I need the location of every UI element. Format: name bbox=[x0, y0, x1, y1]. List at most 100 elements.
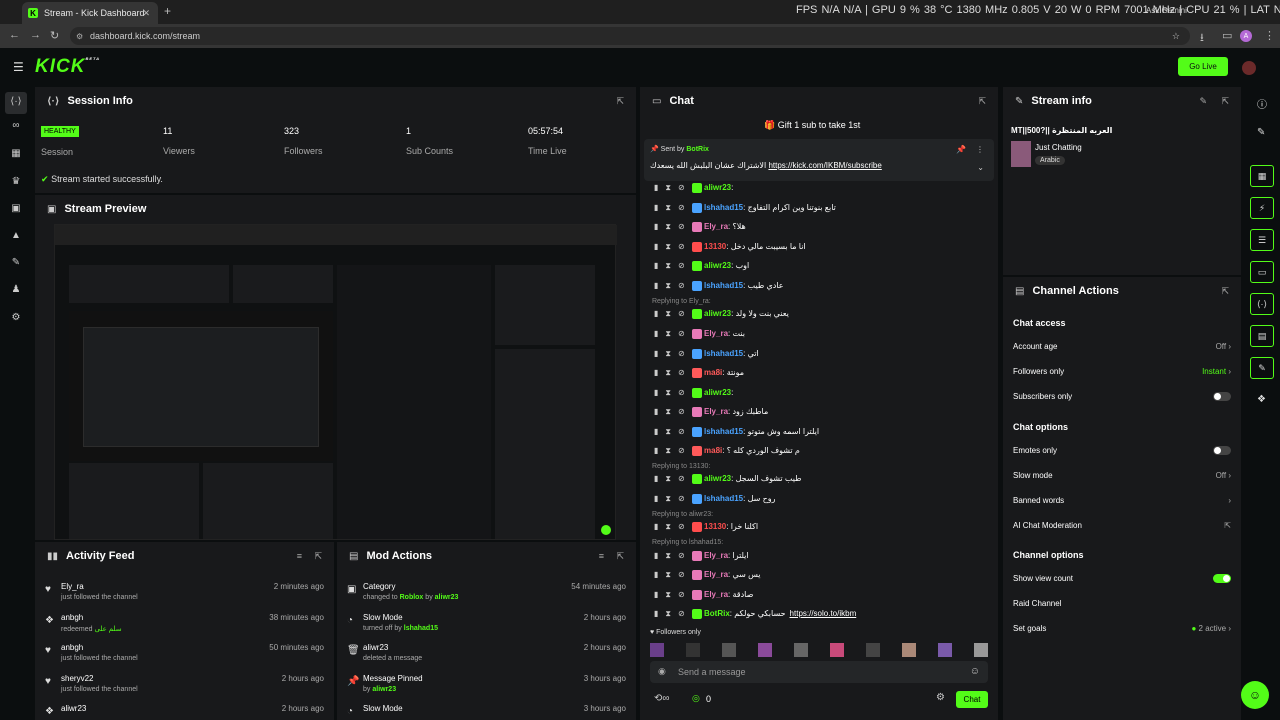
bookmark-star-icon[interactable]: ☆ bbox=[1172, 31, 1180, 42]
mod-user[interactable]: lshahad15 bbox=[404, 625, 438, 632]
chat-username[interactable]: ma8i bbox=[704, 368, 722, 377]
chat-username[interactable]: lshahad15 bbox=[704, 203, 743, 212]
popout-icon[interactable]: ⇱ bbox=[314, 551, 322, 562]
wrench-nav-icon[interactable]: ✎ bbox=[10, 257, 22, 269]
filter-icon[interactable]: ≡ bbox=[599, 551, 604, 561]
community-nav-icon[interactable]: ♟ bbox=[10, 284, 22, 296]
unpin-icon[interactable]: 📌 bbox=[956, 145, 966, 154]
widget-toggle-activity[interactable]: ⚡ bbox=[1250, 197, 1274, 219]
emote[interactable] bbox=[974, 643, 988, 657]
mod-controls-icon[interactable]: ▮⧗⊘ bbox=[654, 494, 692, 504]
mod-controls-icon[interactable]: ▮⧗⊘ bbox=[654, 309, 692, 319]
mod-controls-icon[interactable]: ▮⧗⊘ bbox=[654, 427, 692, 437]
pencil-icon[interactable]: ✎ bbox=[1257, 127, 1265, 138]
go-live-button[interactable]: Go Live bbox=[1178, 57, 1228, 76]
pinned-menu-icon[interactable]: ⋮ bbox=[976, 145, 984, 154]
emote[interactable] bbox=[650, 643, 664, 657]
followers-only-option[interactable]: Followers only Instant › bbox=[1013, 367, 1231, 376]
raid-channel-option[interactable]: Raid Channel bbox=[1013, 599, 1231, 608]
mod-action-name[interactable]: aliwr23 bbox=[363, 643, 388, 652]
chat-username[interactable]: Ely_ra bbox=[704, 329, 728, 338]
chat-input[interactable]: ◉ Send a message ☺ bbox=[650, 661, 988, 683]
mod-controls-icon[interactable]: ▮⧗⊘ bbox=[654, 222, 692, 232]
pinned-link[interactable]: https://kick.com/IKBM/subscribe bbox=[768, 161, 881, 170]
widget-toggle-mod[interactable]: ☰ bbox=[1250, 229, 1274, 251]
emote[interactable] bbox=[722, 643, 736, 657]
emote[interactable] bbox=[794, 643, 808, 657]
mod-controls-icon[interactable]: ▮⧗⊘ bbox=[654, 329, 692, 339]
chat-username[interactable]: aliwr23 bbox=[704, 388, 731, 397]
slow-mode-option[interactable]: Slow mode Off › bbox=[1013, 471, 1231, 480]
chat-username[interactable]: Ely_ra bbox=[704, 570, 728, 579]
send-chat-button[interactable]: Chat bbox=[956, 691, 988, 708]
community-icon[interactable]: ❖ bbox=[1257, 394, 1266, 405]
chat-username[interactable]: aliwr23 bbox=[704, 309, 731, 318]
chat-username[interactable]: BotRix bbox=[704, 609, 730, 618]
mod-controls-icon[interactable]: ▮⧗⊘ bbox=[654, 281, 692, 291]
popout-icon[interactable]: ⇱ bbox=[1221, 286, 1229, 297]
emote[interactable] bbox=[902, 643, 916, 657]
settings-nav-icon[interactable]: ⚙ bbox=[10, 312, 22, 324]
ai-moderation-option[interactable]: AI Chat Moderation ⇱ bbox=[1013, 521, 1231, 530]
close-tab-icon[interactable]: ✕ bbox=[142, 8, 150, 19]
chat-username[interactable]: lshahad15 bbox=[704, 494, 743, 503]
emote[interactable] bbox=[866, 643, 880, 657]
popout-icon[interactable]: ⇱ bbox=[616, 96, 624, 107]
expand-chevron-icon[interactable]: ⌄ bbox=[977, 163, 984, 172]
chat-username[interactable]: 13130 bbox=[704, 242, 726, 251]
mod-controls-icon[interactable]: ▮⧗⊘ bbox=[654, 609, 692, 619]
popout-icon[interactable]: ⇱ bbox=[1221, 96, 1229, 107]
activity-user[interactable]: aliwr23 bbox=[61, 704, 86, 713]
chat-username[interactable]: aliwr23 bbox=[704, 183, 731, 192]
show-view-count-toggle[interactable] bbox=[1213, 574, 1231, 584]
widget-toggle-session[interactable]: ▦ bbox=[1250, 165, 1274, 187]
help-chat-button[interactable]: ☺ bbox=[1241, 681, 1269, 709]
mod-user[interactable]: aliwr23 bbox=[372, 686, 396, 693]
download-icon[interactable]: ⭳ bbox=[1200, 29, 1204, 48]
chat-username[interactable]: lshahad15 bbox=[704, 281, 743, 290]
extensions-icon[interactable]: ▭ bbox=[1222, 29, 1232, 42]
browser-tab[interactable]: K Stream - Kick Dashboard ✕ bbox=[22, 2, 158, 24]
mod-controls-icon[interactable]: ▮⧗⊘ bbox=[654, 242, 692, 252]
chat-username[interactable]: aliwr23 bbox=[704, 261, 731, 270]
address-bar[interactable]: ⚙ dashboard.kick.com/stream ☆ bbox=[70, 27, 1190, 45]
profile-avatar[interactable]: A bbox=[1240, 30, 1252, 42]
mod-controls-icon[interactable]: ▮⧗⊘ bbox=[654, 474, 692, 484]
subscribers-only-toggle[interactable] bbox=[1213, 392, 1231, 402]
mod-controls-icon[interactable]: ▮⧗⊘ bbox=[654, 368, 692, 378]
stream-nav-icon[interactable]: ⟨·⟩ bbox=[5, 92, 27, 114]
chat-link[interactable]: https://solo.to/ikbm bbox=[790, 609, 857, 618]
widget-toggle-chat[interactable]: ▭ bbox=[1250, 261, 1274, 283]
back-icon[interactable]: ← bbox=[9, 29, 20, 41]
forward-icon[interactable]: → bbox=[30, 29, 41, 41]
analytics-nav-icon[interactable]: ▦ bbox=[10, 148, 22, 160]
chat-username[interactable]: Ely_ra bbox=[704, 407, 728, 416]
chat-username[interactable]: aliwr23 bbox=[704, 474, 731, 483]
mod-controls-icon[interactable]: ▮⧗⊘ bbox=[654, 183, 692, 193]
emote[interactable] bbox=[830, 643, 844, 657]
chat-username[interactable]: Ely_ra bbox=[704, 222, 728, 231]
info-icon[interactable]: ⓘ bbox=[1257, 96, 1267, 111]
chat-username[interactable]: 13130 bbox=[704, 522, 726, 531]
browser-menu-icon[interactable]: ⋮ bbox=[1264, 29, 1275, 42]
chat-username[interactable]: ma8i bbox=[704, 446, 722, 455]
banned-words-option[interactable]: Banned words › bbox=[1013, 496, 1231, 505]
mod-controls-icon[interactable]: ▮⧗⊘ bbox=[654, 522, 692, 532]
kick-logo[interactable]: KICKBETA bbox=[35, 56, 100, 78]
reload-icon[interactable]: ↻ bbox=[50, 29, 59, 42]
trophy-nav-icon[interactable]: ♛ bbox=[10, 176, 22, 188]
set-goals-option[interactable]: Set goals ● 2 active › bbox=[1013, 624, 1231, 633]
mod-user[interactable]: aliwr23 bbox=[435, 594, 459, 601]
activity-user[interactable]: anbgh bbox=[61, 643, 83, 652]
mod-controls-icon[interactable]: ▮⧗⊘ bbox=[654, 261, 692, 271]
mod-controls-icon[interactable]: ▮⧗⊘ bbox=[654, 590, 692, 600]
widget-toggle-channel[interactable]: ▤ bbox=[1250, 325, 1274, 347]
chat-username[interactable]: Ely_ra bbox=[704, 551, 728, 560]
emote[interactable] bbox=[686, 643, 700, 657]
popout-icon[interactable]: ⇱ bbox=[978, 96, 986, 107]
chat-settings-icon[interactable]: ⚙ bbox=[936, 692, 945, 703]
filter-icon[interactable]: ≡ bbox=[297, 551, 302, 561]
activity-user[interactable]: Ely_ra bbox=[61, 582, 84, 591]
new-tab-icon[interactable]: + bbox=[164, 4, 171, 18]
chat-username[interactable]: lshahad15 bbox=[704, 427, 743, 436]
